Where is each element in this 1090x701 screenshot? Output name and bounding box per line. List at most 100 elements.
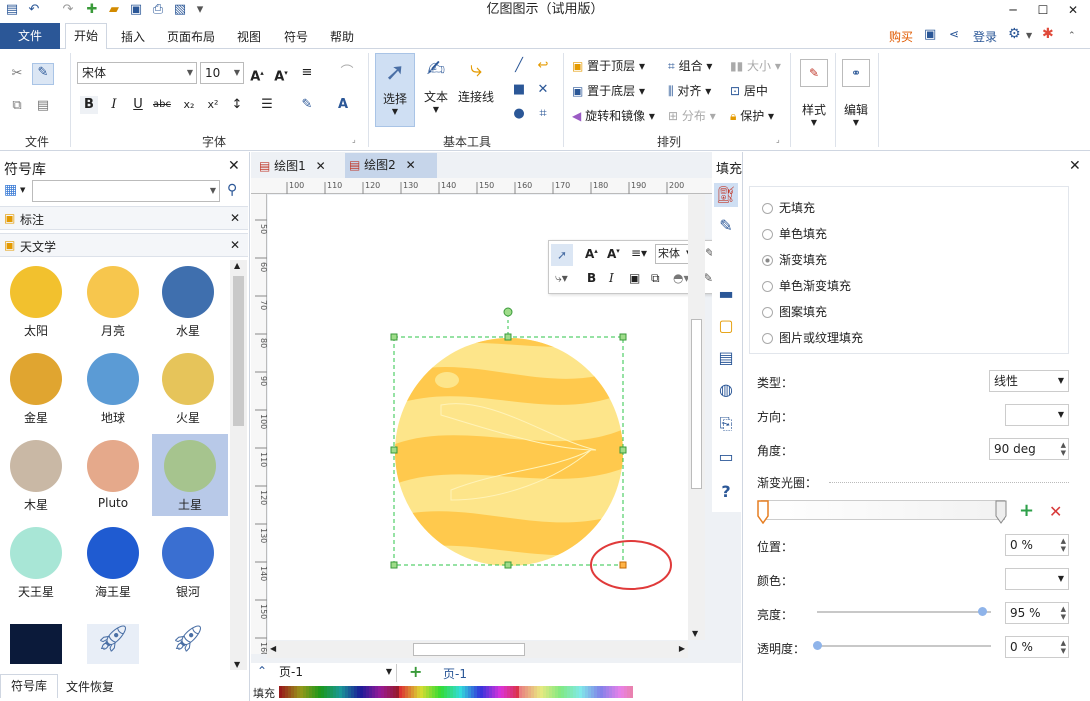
close-icon[interactable]: ✕ (230, 211, 240, 225)
scroll-thumb[interactable] (233, 276, 244, 426)
close-button[interactable]: ✕ (1058, 0, 1088, 20)
line-icon[interactable]: ╱ (510, 57, 528, 75)
format-painter-icon[interactable]: ✎ (32, 63, 54, 85)
scroll-down-icon[interactable]: ▼ (692, 629, 698, 638)
chevron-down-icon[interactable]: ▼ (20, 186, 25, 194)
close-icon[interactable]: ✕ (230, 238, 240, 252)
rotate-mirror-button[interactable]: ◀ 旋转和镜像 ▾ (572, 107, 655, 124)
line-pen-icon[interactable]: ✎ (714, 214, 738, 238)
scroll-right-icon[interactable]: ▶ (679, 644, 685, 653)
connector-icon[interactable]: ⤷▾ (555, 271, 568, 286)
bold-icon[interactable]: B (587, 271, 596, 285)
library-scrollbar[interactable]: ▲ ▼ (230, 260, 247, 670)
fill-option[interactable]: 单色渐变填充 (762, 277, 851, 294)
spinner-icon[interactable]: ▲ ▼ (1061, 605, 1066, 621)
bold-icon[interactable]: B (80, 96, 98, 114)
rocket-icon[interactable]: 🚀︎ (162, 624, 214, 664)
attachment-icon[interactable]: ⎘ (714, 412, 738, 436)
align-text-icon[interactable]: ≡▾ (631, 246, 647, 260)
superscript-icon[interactable]: x² (204, 96, 222, 114)
align-text-icon[interactable]: ≡ (298, 64, 316, 82)
symbol-item[interactable]: 金星 (6, 347, 66, 429)
font-name-select[interactable]: 宋体 ▼ (77, 62, 197, 84)
rocket-icon[interactable]: 🚀︎ (87, 624, 139, 664)
color-swatch[interactable] (630, 686, 633, 698)
symbol-item[interactable]: 火星 (158, 347, 218, 429)
resize-handle[interactable] (619, 333, 627, 341)
gear-icon[interactable]: ⚙ (1008, 26, 1021, 42)
font-size-select[interactable]: 10 ▼ (200, 62, 244, 84)
fill-option[interactable]: 单色填充 (762, 225, 827, 242)
file-menu[interactable]: 文件 (0, 23, 60, 49)
fill-option[interactable]: 渐变填充 (762, 251, 827, 268)
cut-icon[interactable]: ✂ (8, 65, 26, 83)
shadow-icon[interactable]: ▬ (714, 282, 738, 306)
chevron-down-icon[interactable]: ▼ (1026, 31, 1032, 40)
hyperlink-globe-icon[interactable]: ◍ (714, 378, 738, 402)
spinner-icon[interactable]: ▲ ▼ (1061, 441, 1066, 457)
symbol-item[interactable]: 地球 (83, 347, 143, 429)
grow-font-icon[interactable]: A▴ (248, 64, 266, 84)
symbol-item[interactable]: 天王星 (6, 521, 66, 603)
rotate-handle[interactable] (503, 307, 513, 317)
transparency-slider[interactable] (813, 641, 991, 650)
distribute-button[interactable]: ⊞ 分布 ▾ (668, 107, 716, 124)
tab-insert[interactable]: 插入 (121, 28, 145, 45)
vertical-scrollbar[interactable]: ▼ (688, 194, 705, 640)
symbol-item[interactable]: 银河 (158, 521, 218, 603)
direction-select[interactable]: ▼ (1005, 404, 1069, 426)
shrink-font-icon[interactable]: A▾ (272, 64, 290, 84)
page-tab-active[interactable]: 页-1 (443, 665, 467, 682)
line-style-icon[interactable]: ⌒ (332, 64, 362, 82)
tab-page-layout[interactable]: 页面布局 (167, 28, 215, 45)
document-tab-2[interactable]: ▤ 绘图2 ✕ (345, 153, 437, 178)
connector-tool-button[interactable]: ⤷ 连接线 (456, 53, 496, 127)
color-select[interactable]: ▼ (1005, 568, 1069, 590)
bullets-icon[interactable]: ☰ (258, 96, 276, 114)
brightness-slider[interactable] (817, 607, 991, 616)
category-astronomy[interactable]: ▣ 天文学 ✕ (0, 233, 248, 257)
resize-handle[interactable] (504, 561, 512, 569)
page-select[interactable]: 页-1 ▼ (277, 664, 397, 682)
transparency-input[interactable]: 0 % ▲ ▼ (1005, 636, 1069, 658)
ellipse-icon[interactable]: ● (510, 105, 528, 123)
screen-icon[interactable]: ▣ (924, 27, 936, 42)
radio-button[interactable] (762, 229, 773, 240)
send-back-icon[interactable]: ⧉ (651, 271, 660, 286)
gradient-stop-start[interactable] (757, 500, 769, 525)
symbol-item[interactable]: 太阳 (6, 260, 66, 342)
highlight-icon[interactable]: ✎ (298, 96, 316, 114)
resize-handle[interactable] (390, 333, 398, 341)
size-button[interactable]: ▮▮ 大小 ▾ (730, 57, 781, 74)
crop-icon[interactable]: ⌗ (534, 105, 552, 123)
gradient-stop-end[interactable] (995, 500, 1007, 524)
add-page-icon[interactable]: + (409, 662, 422, 681)
search-icon[interactable]: ⚲ (227, 182, 237, 198)
curve-icon[interactable]: ↩ (534, 57, 552, 75)
horizontal-scrollbar[interactable]: ◀ ▶ (267, 641, 688, 658)
radio-button[interactable] (762, 307, 773, 318)
radio-button[interactable] (762, 255, 773, 266)
close-icon[interactable]: ✕ (1069, 158, 1081, 174)
add-stop-icon[interactable]: + (1019, 500, 1034, 521)
close-icon[interactable]: ✕ (316, 159, 326, 173)
document-tab-1[interactable]: ▤ 绘图1 ✕ (255, 155, 341, 177)
symbol-item[interactable]: 水星 (158, 260, 218, 342)
maximize-button[interactable]: ☐ (1028, 0, 1058, 20)
chevron-up-icon[interactable]: ⌃ (257, 664, 267, 678)
select-tool-button[interactable]: ➚ 选择 ▼ (375, 53, 415, 127)
close-icon[interactable]: ✕ (406, 158, 416, 172)
fill-option[interactable]: 无填充 (762, 199, 815, 216)
fill-bucket-icon[interactable]: ⛽︎ (714, 183, 738, 207)
scroll-left-icon[interactable]: ◀ (270, 644, 276, 653)
resize-handle-corner[interactable] (619, 561, 627, 569)
radio-button[interactable] (762, 281, 773, 292)
tab-file-recovery[interactable]: 文件恢复 (66, 678, 114, 695)
resize-handle[interactable] (390, 446, 398, 454)
transparency-slider-thumb[interactable] (813, 641, 822, 650)
remove-stop-icon[interactable]: ✕ (1049, 502, 1062, 521)
login-link[interactable]: 登录 (973, 28, 997, 45)
select-arrow-icon[interactable]: ➚ (551, 244, 573, 266)
symbol-item[interactable]: 木星 (6, 434, 66, 516)
italic-icon[interactable]: I (105, 96, 123, 114)
